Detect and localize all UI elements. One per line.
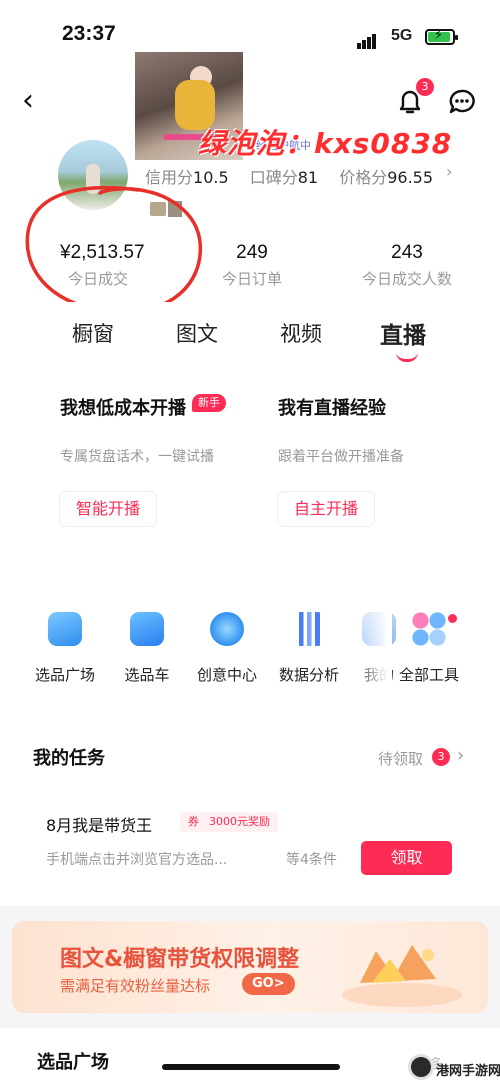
tab-indicator	[396, 352, 418, 362]
bar-chart-icon	[292, 612, 326, 646]
tool-label: 全部工具	[398, 666, 459, 684]
network-label: 5G	[391, 27, 413, 44]
smart-live-button[interactable]: 智能开播	[60, 492, 157, 526]
reward-tag: 券 3000元奖励	[180, 812, 278, 832]
live-card-title: 我有直播经验	[278, 398, 386, 419]
banner-illustration	[342, 945, 462, 1007]
price-score-value: 96.55	[387, 168, 434, 187]
tool-creative-center[interactable]: 创意中心	[182, 612, 272, 685]
tool-label: 选品车	[124, 666, 170, 684]
back-icon[interactable]: ‹	[22, 86, 46, 116]
battery-icon: ⚡	[425, 28, 458, 45]
tab-video[interactable]: 视频	[280, 318, 322, 348]
chevron-right-icon[interactable]: ›	[457, 745, 464, 766]
reputation-score-value: 81	[297, 168, 319, 187]
status-bar: 23:37 5G ⚡	[0, 0, 500, 70]
tab-graphic[interactable]: 图文	[176, 318, 218, 348]
stat-label: 今日订单	[221, 270, 282, 288]
cart-tv-icon	[130, 612, 164, 646]
live-start-section: 我想低成本开播 专属货盘话术，一键试播 智能开播 新手 我有直播经验 跟着平台做…	[0, 364, 500, 570]
banner-subtitle: 需满足有效粉丝量达标	[60, 977, 211, 995]
banner-title: 图文&橱窗带货权限调整	[60, 947, 300, 972]
tool-product-cart[interactable]: 选品车	[102, 612, 192, 685]
tool-label: 创意中心	[196, 666, 257, 684]
banner-go-button[interactable]: GO>	[242, 973, 295, 995]
stat-value: 249	[236, 242, 268, 263]
pending-label[interactable]: 待领取	[378, 748, 423, 769]
site-logo: 港网手游网	[406, 1052, 500, 1084]
live-card-subtitle: 跟着平台做开播准备	[278, 449, 404, 465]
chevron-right-icon[interactable]: ›	[446, 162, 452, 181]
tools-row: 选品广场 选品车 创意中心 数据分析 我的 全部工具	[0, 570, 500, 706]
section-title: 我的任务	[33, 748, 105, 769]
bag-icon	[48, 612, 82, 646]
task-name[interactable]: 8月我是带货王	[46, 812, 152, 836]
reward-text: 3000元奖励	[209, 815, 270, 828]
status-time: 23:37	[62, 22, 116, 45]
notification-badge: 3	[416, 78, 434, 96]
stat-today-buyers[interactable]: 243 今日成交人数	[352, 242, 462, 289]
home-indicator[interactable]	[162, 1064, 340, 1070]
reputation-score-label: 口碑分	[249, 168, 298, 187]
task-description: 手机端点击并浏览官方选品...	[46, 852, 228, 868]
stat-today-orders[interactable]: 249 今日订单	[210, 242, 294, 289]
red-dot-badge	[448, 614, 457, 623]
content-tabs: 橱窗 图文 视频 直播	[0, 302, 500, 364]
self-live-button[interactable]: 自主开播	[278, 492, 375, 526]
tool-label: 选品广场	[34, 666, 95, 684]
new-user-badge: 新手	[192, 394, 226, 412]
price-score-label: 价格分	[339, 168, 388, 187]
section-title: 选品广场	[37, 1052, 109, 1073]
stat-value: 243	[391, 242, 423, 263]
tab-showcase[interactable]: 橱窗	[72, 318, 114, 348]
stat-label: 今日成交人数	[361, 270, 452, 288]
chat-icon[interactable]	[448, 88, 476, 116]
tool-product-square[interactable]: 选品广场	[20, 612, 110, 685]
live-card-title: 我想低成本开播	[60, 398, 186, 419]
bulb-icon	[210, 612, 244, 646]
tool-all-tools[interactable]: 全部工具	[384, 612, 474, 685]
promo-banner[interactable]: 图文&橱窗带货权限调整 需满足有效粉丝量达标 GO>	[12, 921, 488, 1013]
coupon-label: 券	[188, 815, 199, 828]
annotation-circle	[25, 185, 202, 314]
grid-icon	[412, 612, 446, 646]
my-tasks-section: 我的任务 待领取 3 › 8月我是带货王 券 3000元奖励 手机端点击并浏览官方…	[0, 706, 500, 906]
site-logo-text: 港网手游网	[436, 1064, 500, 1079]
task-condition: 等4条件	[286, 852, 337, 868]
live-low-cost-card: 我想低成本开播 专属货盘话术，一键试播 智能开播	[60, 394, 214, 526]
live-card-subtitle: 专属货盘话术，一键试播	[60, 449, 214, 465]
pending-count-badge: 3	[432, 748, 450, 766]
claim-button[interactable]: 领取	[361, 841, 452, 875]
signal-icon	[357, 30, 377, 49]
live-experienced-card: 我有直播经验 跟着平台做开播准备 自主开播	[278, 394, 404, 526]
watermark-text: 绿泡泡：kxs0838	[198, 127, 453, 160]
tab-live[interactable]: 直播	[380, 316, 426, 350]
